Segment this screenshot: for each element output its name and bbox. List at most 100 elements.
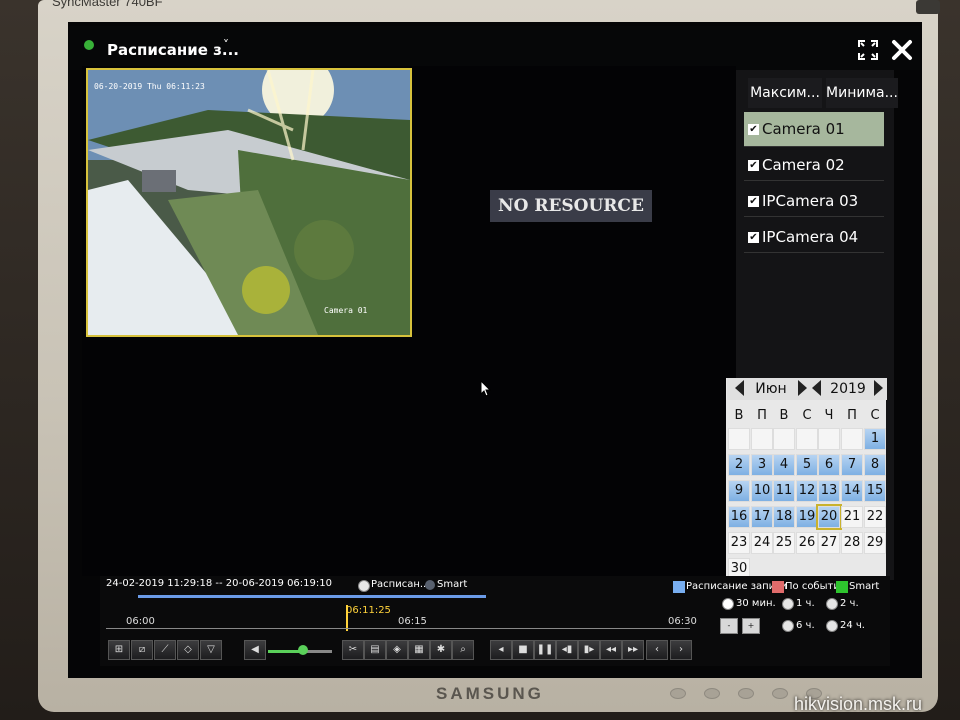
timeline-tick-label: 06:15 [398, 616, 427, 627]
maximize-button[interactable]: Максим... [748, 78, 822, 108]
diamond-icon[interactable]: ◇ [177, 640, 199, 660]
checkbox-icon[interactable]: ✔ [748, 124, 759, 135]
minimize-button[interactable]: Минима... [826, 78, 898, 108]
play-status-icon [84, 40, 94, 50]
camera-list-item[interactable]: ✔ IPCamera 04 [744, 222, 884, 253]
smart-mode-label[interactable]: Smart [437, 579, 467, 590]
calendar-day[interactable]: 5 [796, 454, 818, 476]
calendar-day[interactable]: 9 [728, 480, 750, 502]
schedule-mode-label[interactable]: Расписан... [371, 579, 429, 590]
settings-icon[interactable]: ✱ [430, 640, 452, 660]
next-month-icon[interactable] [798, 380, 807, 396]
camera-1-timestamp: 06-20-2019 Thu 06:11:23 [94, 82, 205, 91]
calendar-day[interactable]: 29 [864, 532, 886, 554]
calendar-day[interactable]: 25 [773, 532, 795, 554]
slow-button[interactable]: ◂◂ [600, 640, 622, 660]
step-back-button[interactable]: ◂▮ [556, 640, 578, 660]
checkbox-icon[interactable]: ✔ [748, 196, 759, 207]
calendar-day[interactable]: 4 [773, 454, 795, 476]
next-year-icon[interactable] [874, 380, 883, 396]
smart-mode-radio[interactable] [425, 580, 435, 590]
monitor-button[interactable] [772, 688, 788, 699]
reverse-play-button[interactable]: ◂ [490, 640, 512, 660]
calendar-day[interactable]: 19 [796, 506, 818, 528]
calendar-day[interactable]: 3 [751, 454, 773, 476]
close-icon[interactable] [890, 38, 914, 62]
legend-swatch-smart [836, 581, 848, 593]
monitor-button[interactable] [670, 688, 686, 699]
record-range-text: 24-02-2019 11:29:18 -- 20-06-2019 06:19:… [106, 578, 332, 589]
calendar-day[interactable]: 16 [728, 506, 750, 528]
line-icon[interactable]: ⟋ [154, 640, 176, 660]
camera-list-item[interactable]: ✔ Camera 01 [744, 112, 884, 147]
zoom-in-button[interactable]: + [742, 618, 760, 634]
zoom-radio-6h[interactable] [782, 620, 794, 632]
save-clip-icon[interactable]: ▤ [364, 640, 386, 660]
zoom-label: 6 ч. [796, 620, 815, 631]
add-tag-icon[interactable]: ▦ [408, 640, 430, 660]
calendar-day[interactable]: 23 [728, 532, 750, 554]
fullscreen-icon[interactable] [858, 40, 878, 60]
pause-button[interactable]: ❚❚ [534, 640, 556, 660]
calendar-day[interactable]: 12 [796, 480, 818, 502]
calendar-day[interactable]: 2 [728, 454, 750, 476]
calendar-day[interactable]: 17 [751, 506, 773, 528]
filter-icon[interactable]: ▽ [200, 640, 222, 660]
calendar-day[interactable]: 15 [864, 480, 886, 502]
volume-knob[interactable] [298, 645, 308, 655]
expand-icon[interactable]: ⊞ [108, 640, 130, 660]
monitor-button[interactable] [738, 688, 754, 699]
calendar-day[interactable]: 14 [841, 480, 863, 502]
crop-icon[interactable]: ⧄ [131, 640, 153, 660]
monitor-button[interactable] [704, 688, 720, 699]
calendar-empty-cell [796, 428, 818, 450]
schedule-mode-radio[interactable] [358, 580, 370, 592]
camera-list-item[interactable]: ✔ Camera 02 [744, 150, 884, 181]
search-icon[interactable]: ⌕ [452, 640, 474, 660]
title-dropdown-icon[interactable]: ˅ [223, 38, 229, 52]
calendar-day[interactable]: 21 [841, 506, 863, 528]
calendar-day[interactable]: 6 [818, 454, 840, 476]
prev-year-icon[interactable] [812, 380, 821, 396]
zoom-radio-24h[interactable] [826, 620, 838, 632]
next-day-button[interactable]: › [670, 640, 692, 660]
scissors-icon[interactable]: ✂ [342, 640, 364, 660]
zoom-out-button[interactable]: - [720, 618, 738, 634]
calendar-day[interactable]: 24 [751, 532, 773, 554]
calendar-day[interactable]: 8 [864, 454, 886, 476]
window-title[interactable]: Расписание з... [107, 41, 239, 59]
calendar-day[interactable]: 28 [841, 532, 863, 554]
camera-1-view[interactable]: 06-20-2019 Thu 06:11:23 Camera 01 [86, 68, 412, 337]
timeline-axis[interactable] [106, 628, 690, 629]
zoom-radio-2h[interactable] [826, 598, 838, 610]
calendar-day[interactable]: 11 [773, 480, 795, 502]
prev-month-icon[interactable] [735, 380, 744, 396]
calendar-day[interactable]: 1 [864, 428, 886, 450]
camera-list-item[interactable]: ✔ IPCamera 03 [744, 186, 884, 217]
prev-day-button[interactable]: ‹ [646, 640, 668, 660]
calendar-day[interactable]: 27 [818, 532, 840, 554]
zoom-radio-30min[interactable] [722, 598, 734, 610]
calendar-day[interactable]: 10 [751, 480, 773, 502]
calendar-empty-cell [728, 428, 750, 450]
calendar-month[interactable]: Июн [748, 381, 794, 397]
calendar-day[interactable]: 7 [841, 454, 863, 476]
calendar-day[interactable]: 18 [773, 506, 795, 528]
camera-list-label: IPCamera 03 [762, 192, 859, 210]
stop-button[interactable]: ■ [512, 640, 534, 660]
checkbox-icon[interactable]: ✔ [748, 232, 759, 243]
calendar-day[interactable]: 26 [796, 532, 818, 554]
weekday-header: П [847, 408, 857, 423]
calendar-day[interactable]: 13 [818, 480, 840, 502]
watermark-text: hikvision.msk.ru [794, 694, 923, 714]
checkbox-icon[interactable]: ✔ [748, 160, 759, 171]
fast-button[interactable]: ▸▸ [622, 640, 644, 660]
zoom-radio-1h[interactable] [782, 598, 794, 610]
legend-swatch-schedule [673, 581, 685, 593]
calendar-year[interactable]: 2019 [826, 381, 870, 397]
tag-icon[interactable]: ◈ [386, 640, 408, 660]
calendar-day[interactable]: 22 [864, 506, 886, 528]
audio-icon[interactable]: ◀ [244, 640, 266, 660]
step-forward-button[interactable]: ▮▸ [578, 640, 600, 660]
calendar-day[interactable]: 20 [816, 504, 842, 530]
